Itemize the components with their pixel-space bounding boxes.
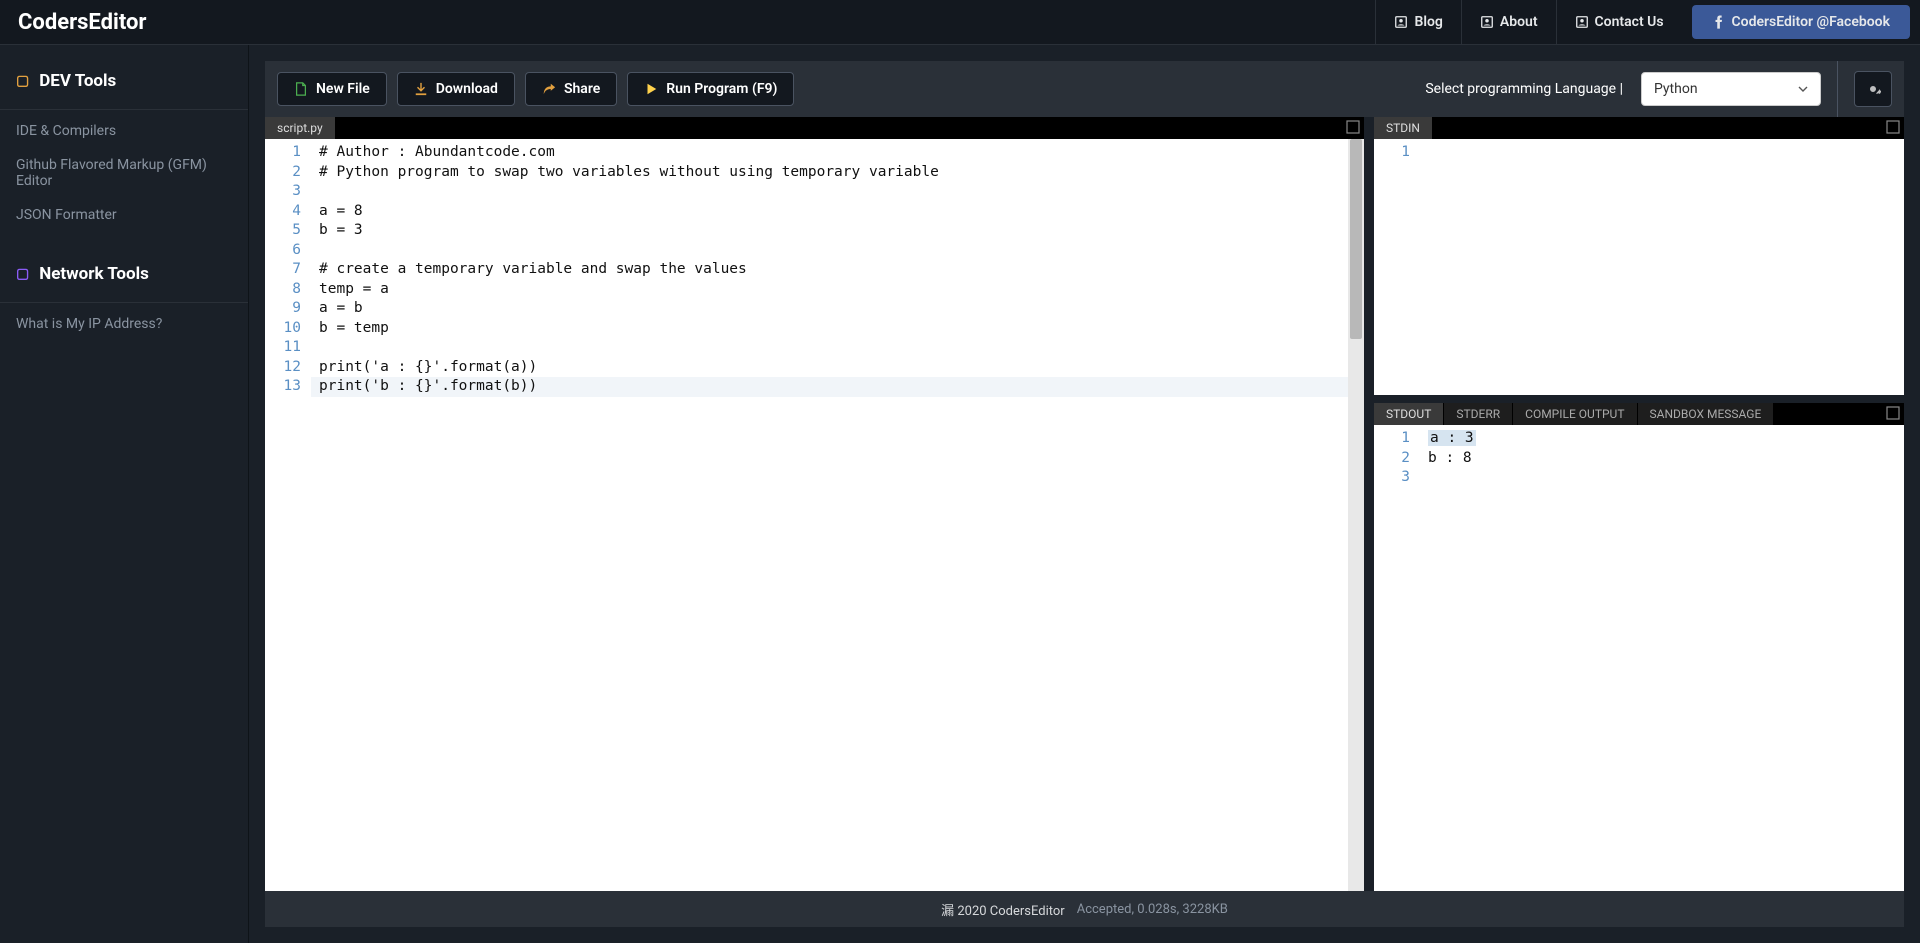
nav-contact[interactable]: Contact Us (1556, 0, 1682, 44)
nav-right: Blog About Contact Us CodersEditor @Face… (1375, 0, 1920, 44)
output-tabbar: STDOUT STDERR COMPILE OUTPUT SANDBOX MES… (1374, 403, 1904, 425)
download-icon (414, 82, 428, 96)
language-select[interactable]: Python (1641, 72, 1821, 106)
nav-blog-label: Blog (1414, 14, 1442, 30)
stdin-tab[interactable]: STDIN (1374, 117, 1433, 139)
facebook-icon (1712, 15, 1726, 29)
line-gutter: 1 (1374, 139, 1420, 395)
folder-icon: ▢ (16, 73, 29, 89)
download-button[interactable]: Download (397, 72, 515, 106)
square-icon: ▢ (16, 266, 29, 282)
chevron-down-icon (1798, 84, 1808, 94)
footer: 漏 2020 CodersEditor Accepted, 0.028s, 32… (265, 891, 1904, 927)
divider (0, 302, 248, 303)
maximize-icon[interactable] (1886, 406, 1900, 420)
run-program-button[interactable]: Run Program (F9) (627, 72, 794, 106)
separator (1837, 61, 1838, 117)
footer-copyright: 漏 2020 CodersEditor (941, 900, 1065, 919)
sidebar-item-json[interactable]: JSON Formatter (0, 198, 248, 232)
sidebar-item-gfm[interactable]: Github Flavored Markup (GFM) Editor (0, 148, 248, 198)
nav-about-label: About (1500, 14, 1538, 30)
sidebar: ▢ DEV Tools IDE & Compilers Github Flavo… (0, 45, 249, 943)
line-gutter: 123 (1374, 425, 1420, 891)
output-tab-stdout[interactable]: STDOUT (1374, 403, 1444, 425)
code-lines (1420, 139, 1428, 395)
play-icon (644, 82, 658, 96)
editor-tab-script[interactable]: script.py (265, 117, 336, 139)
divider (0, 109, 248, 110)
run-label: Run Program (F9) (666, 81, 777, 97)
output-tab-sandbox[interactable]: SANDBOX MESSAGE (1638, 403, 1775, 425)
line-gutter: 12345678910111213 (265, 139, 311, 891)
editor-scrollbar[interactable] (1348, 139, 1364, 891)
user-card-icon (1575, 15, 1589, 29)
sidebar-item-ide[interactable]: IDE & Compilers (0, 114, 248, 148)
settings-button[interactable] (1854, 71, 1892, 107)
sidebar-dev-tools-label: DEV Tools (39, 71, 116, 91)
sidebar-network-tools-label: Network Tools (39, 264, 149, 284)
share-button[interactable]: Share (525, 72, 617, 106)
nav-contact-label: Contact Us (1595, 14, 1664, 30)
file-icon (294, 82, 308, 96)
maximize-icon[interactable] (1346, 120, 1360, 134)
toolbar: New File Download Share Run Program (F9)… (265, 61, 1904, 117)
language-value: Python (1654, 81, 1698, 97)
scrollbar-thumb[interactable] (1350, 139, 1362, 339)
nav-about[interactable]: About (1461, 0, 1556, 44)
brand-title: CodersEditor (0, 10, 164, 35)
output-tab-compile[interactable]: COMPILE OUTPUT (1513, 403, 1637, 425)
download-label: Download (436, 81, 498, 97)
sidebar-item-ip[interactable]: What is My IP Address? (0, 307, 248, 341)
nav-facebook[interactable]: CodersEditor @Facebook (1692, 5, 1910, 39)
new-file-label: New File (316, 81, 370, 97)
footer-status: Accepted, 0.028s, 3228KB (1077, 902, 1228, 917)
stdout-panel[interactable]: 123 a : 3b : 8 (1374, 425, 1904, 891)
user-card-icon (1394, 15, 1408, 29)
code-editor[interactable]: 12345678910111213 # Author : Abundantcod… (265, 139, 1364, 891)
output-tab-stderr[interactable]: STDERR (1444, 403, 1513, 425)
new-file-button[interactable]: New File (277, 72, 387, 106)
top-navbar: CodersEditor Blog About Contact Us Coder… (0, 0, 1920, 45)
nav-blog[interactable]: Blog (1375, 0, 1460, 44)
editor-tabbar: script.py (265, 117, 1364, 139)
stdin-tabbar: STDIN (1374, 117, 1904, 139)
maximize-icon[interactable] (1886, 120, 1900, 134)
user-card-icon (1480, 15, 1494, 29)
code-lines: a : 3b : 8 (1420, 425, 1476, 891)
gear-icon (1865, 81, 1881, 97)
sidebar-dev-tools-header: ▢ DEV Tools (0, 57, 248, 105)
share-label: Share (564, 81, 600, 97)
code-lines: # Author : Abundantcode.com# Python prog… (311, 139, 939, 891)
share-icon (542, 82, 556, 96)
nav-facebook-label: CodersEditor @Facebook (1732, 14, 1890, 30)
stdin-editor[interactable]: 1 (1374, 139, 1904, 395)
language-label: Select programming Language | (1425, 81, 1623, 97)
content: New File Download Share Run Program (F9)… (249, 45, 1920, 943)
sidebar-network-tools-header: ▢ Network Tools (0, 250, 248, 298)
